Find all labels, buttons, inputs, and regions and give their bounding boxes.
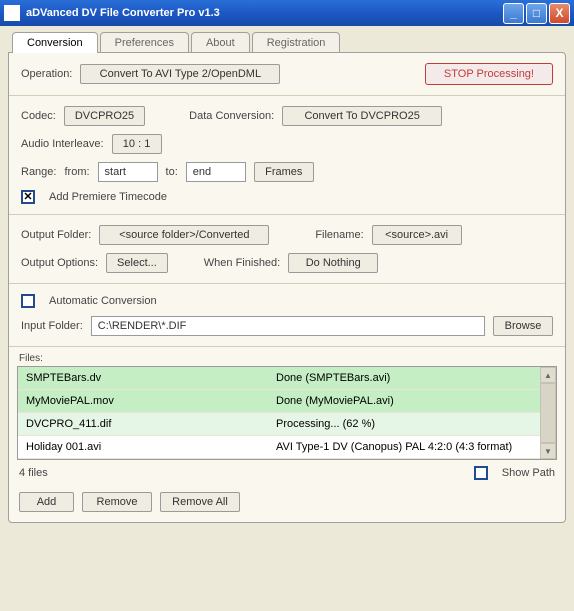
tab-bar: Conversion Preferences About Registratio… (12, 32, 566, 53)
codec-select-button[interactable]: DVCPRO25 (64, 106, 145, 126)
output-options-label: Output Options: (21, 257, 98, 269)
browse-button[interactable]: Browse (493, 316, 553, 336)
auto-conversion-checkbox[interactable] (21, 294, 35, 308)
when-finished-button[interactable]: Do Nothing (288, 253, 378, 273)
window-title: aDVanced DV File Converter Pro v1.3 (26, 7, 501, 19)
range-from-label: from: (64, 166, 89, 178)
dataconv-select-button[interactable]: Convert To DVCPRO25 (282, 106, 442, 126)
tab-conversion[interactable]: Conversion (12, 32, 98, 53)
scroll-down-icon[interactable]: ▼ (540, 443, 556, 459)
range-to-input[interactable] (186, 162, 246, 182)
stop-processing-button[interactable]: STOP Processing! (425, 63, 553, 85)
table-row[interactable]: Holiday 001.aviAVI Type-1 DV (Canopus) P… (18, 436, 540, 459)
filename-button[interactable]: <source>.avi (372, 225, 462, 245)
show-path-label: Show Path (502, 467, 555, 479)
output-folder-label: Output Folder: (21, 229, 91, 241)
scroll-thumb[interactable] (540, 383, 556, 443)
file-name: Holiday 001.avi (26, 441, 276, 453)
when-finished-label: When Finished: (204, 257, 280, 269)
premiere-timecode-checkbox[interactable] (21, 190, 35, 204)
files-header: Files: (9, 353, 565, 364)
range-label: Range: (21, 166, 56, 178)
file-name: MyMoviePAL.mov (26, 395, 276, 407)
table-row[interactable]: SMPTEBars.dvDone (SMPTEBars.avi) (18, 367, 540, 390)
titlebar[interactable]: aDVanced DV File Converter Pro v1.3 _ □ … (0, 0, 574, 26)
output-options-button[interactable]: Select... (106, 253, 168, 273)
show-path-checkbox[interactable] (474, 466, 488, 480)
scroll-up-icon[interactable]: ▲ (540, 367, 556, 383)
premiere-timecode-label: Add Premiere Timecode (49, 191, 167, 203)
files-list: SMPTEBars.dvDone (SMPTEBars.avi)MyMovieP… (17, 366, 557, 460)
table-row[interactable]: MyMoviePAL.movDone (MyMoviePAL.avi) (18, 390, 540, 413)
operation-select-button[interactable]: Convert To AVI Type 2/OpenDML (80, 64, 280, 84)
tab-preferences[interactable]: Preferences (100, 32, 189, 53)
codec-label: Codec: (21, 110, 56, 122)
file-status: Done (SMPTEBars.avi) (276, 372, 532, 384)
maximize-button[interactable]: □ (526, 3, 547, 24)
output-folder-button[interactable]: <source folder>/Converted (99, 225, 269, 245)
dataconv-label: Data Conversion: (189, 110, 274, 122)
file-status: Done (MyMoviePAL.avi) (276, 395, 532, 407)
audio-interleave-label: Audio Interleave: (21, 138, 104, 150)
range-from-input[interactable] (98, 162, 158, 182)
filename-label: Filename: (315, 229, 363, 241)
frames-button[interactable]: Frames (254, 162, 314, 182)
file-name: DVCPRO_411.dif (26, 418, 276, 430)
audio-interleave-button[interactable]: 10 : 1 (112, 134, 162, 154)
range-to-label: to: (166, 166, 178, 178)
auto-conversion-label: Automatic Conversion (49, 295, 157, 307)
input-folder-input[interactable] (91, 316, 485, 336)
tab-panel-conversion: Operation: Convert To AVI Type 2/OpenDML… (8, 52, 566, 523)
files-count: 4 files (19, 467, 48, 479)
app-icon (4, 5, 20, 21)
file-name: SMPTEBars.dv (26, 372, 276, 384)
tab-registration[interactable]: Registration (252, 32, 341, 53)
tab-about[interactable]: About (191, 32, 250, 53)
files-scrollbar[interactable]: ▲ ▼ (540, 367, 556, 459)
minimize-button[interactable]: _ (503, 3, 524, 24)
close-button[interactable]: X (549, 3, 570, 24)
remove-all-button[interactable]: Remove All (160, 492, 240, 512)
table-row[interactable]: DVCPRO_411.difProcessing... (62 %) (18, 413, 540, 436)
file-status: Processing... (62 %) (276, 418, 532, 430)
input-folder-label: Input Folder: (21, 320, 83, 332)
remove-button[interactable]: Remove (82, 492, 152, 512)
add-button[interactable]: Add (19, 492, 74, 512)
operation-label: Operation: (21, 68, 72, 80)
file-status: AVI Type-1 DV (Canopus) PAL 4:2:0 (4:3 f… (276, 441, 532, 453)
